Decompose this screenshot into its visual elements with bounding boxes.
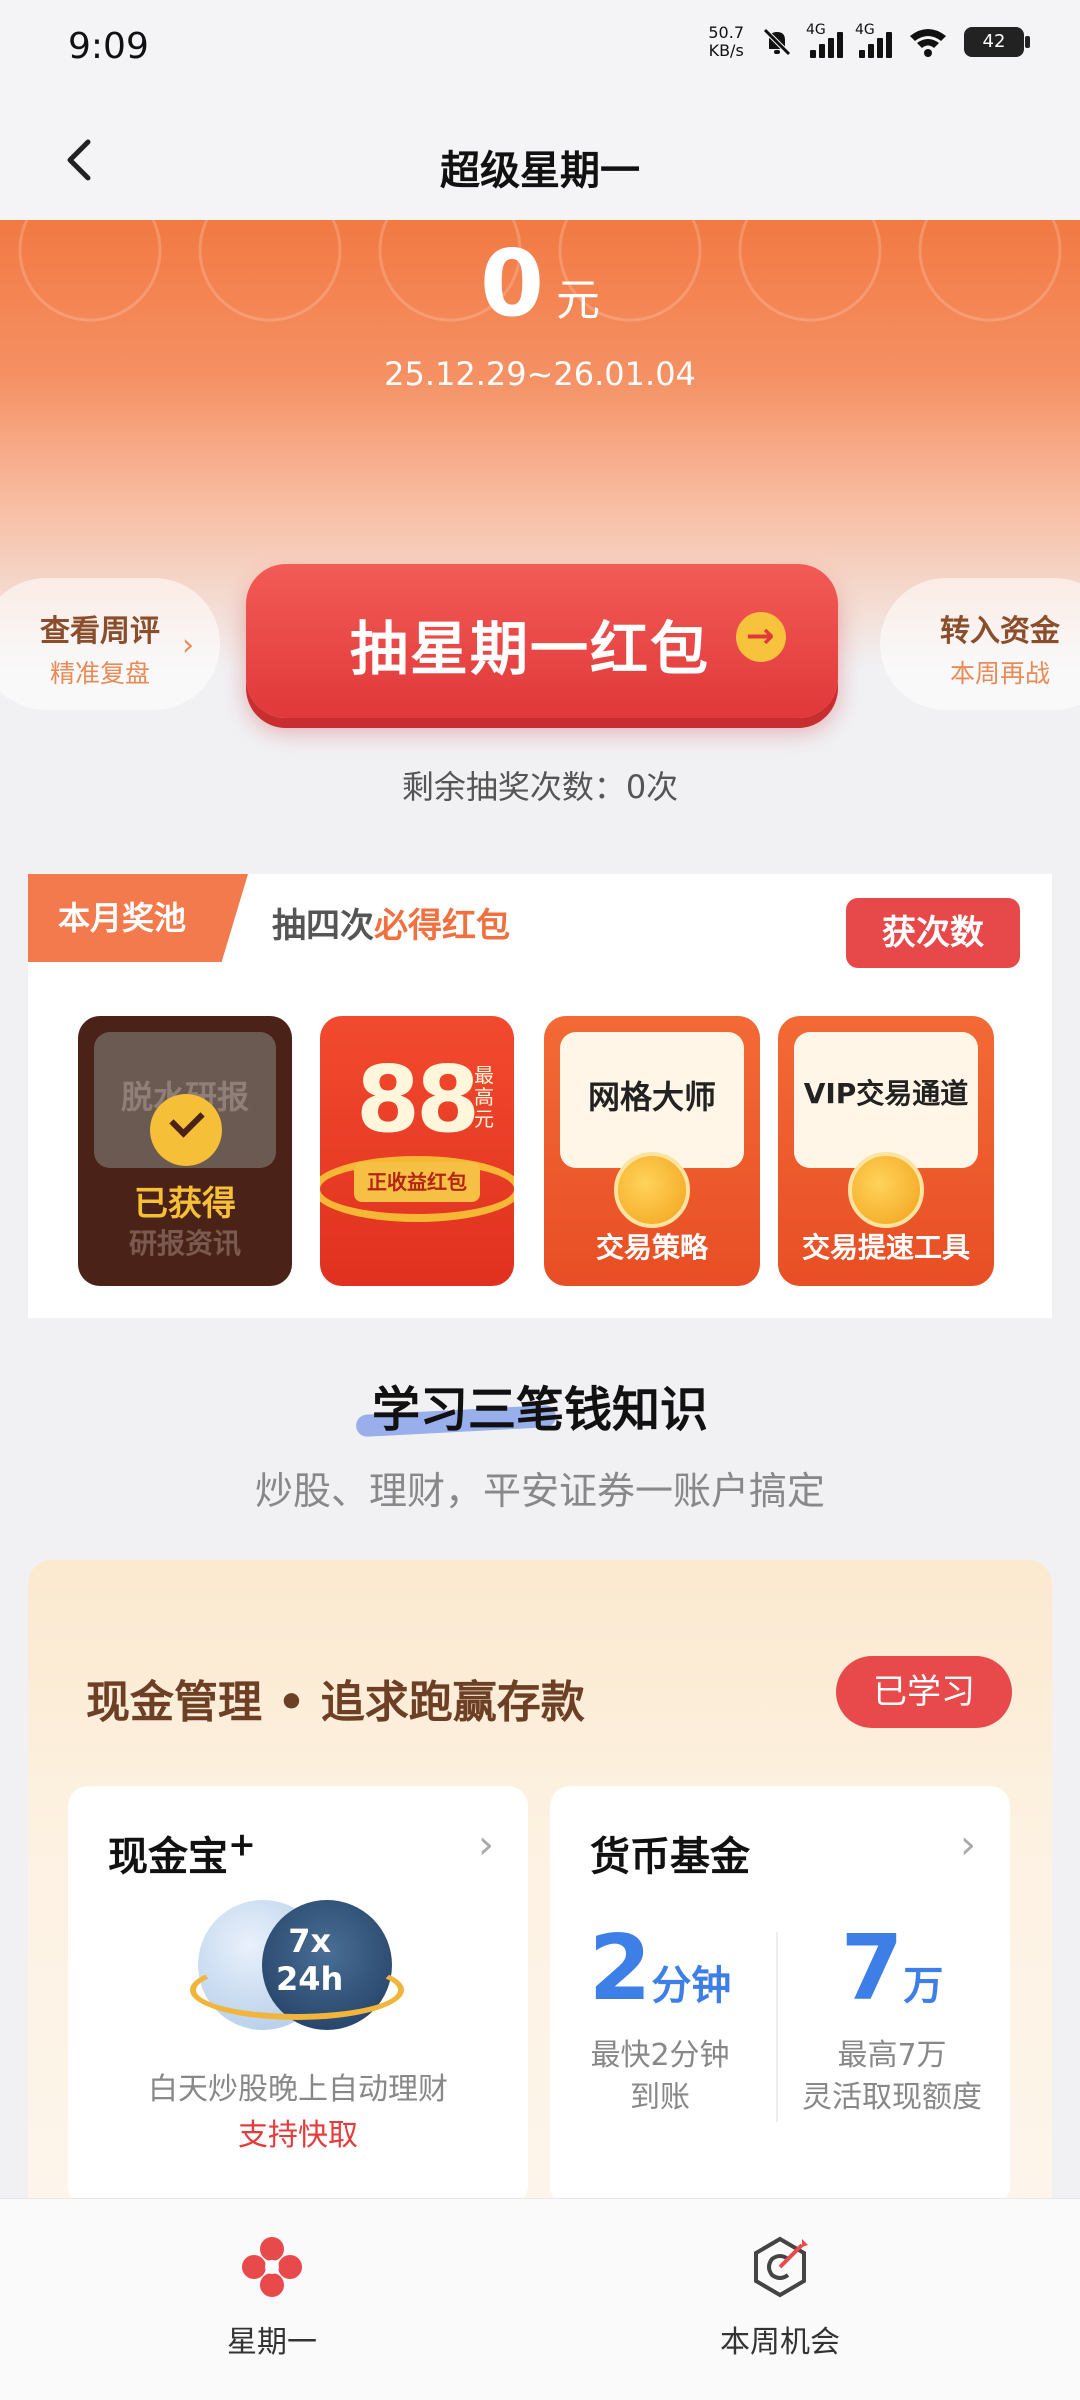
amount-unit: 元 bbox=[556, 275, 600, 326]
card-title: 现金宝+ bbox=[108, 1824, 256, 1880]
prize-pool-tab: 本月奖池 bbox=[28, 874, 248, 962]
status-bar: 9:09 50.7 KB/s 4G 4G 42 bbox=[0, 0, 1080, 100]
learn-section-subtitle: 炒股、理财，平安证券一账户搞定 bbox=[254, 1469, 825, 1513]
learn-section-title: 学习三笔钱知识 bbox=[0, 1370, 1080, 1440]
signal-icon-1: 4G bbox=[806, 22, 843, 58]
flower-icon bbox=[242, 2237, 302, 2297]
envelope-small-text: 最高元 bbox=[474, 1063, 494, 1131]
wifi-icon bbox=[910, 29, 946, 57]
strategy-coin-icon bbox=[614, 1152, 690, 1228]
learned-button[interactable]: 已学习 bbox=[836, 1656, 1012, 1728]
cash-section-title: 现金管理 • 追求跑赢存款 bbox=[86, 1677, 585, 1728]
amount-value: 0 bbox=[479, 230, 544, 337]
stat-withdraw-limit: 7万 最高7万 灵活取现额度 bbox=[802, 1916, 982, 2115]
top-nav: 超级星期一 bbox=[0, 100, 1080, 220]
envelope-big-number: 88 bbox=[356, 1046, 480, 1153]
envelope-red-packet-88[interactable]: 88 最高元 正收益红包 bbox=[320, 1016, 514, 1286]
card-description: 白天炒股晚上自动理财 bbox=[148, 2072, 448, 2107]
envelope-research[interactable]: 脱水研报 已获得 研报资讯 bbox=[78, 1016, 292, 1286]
date-range: 25.12.29~26.01.04 bbox=[384, 355, 696, 393]
draw-red-envelope-button[interactable]: 抽星期一红包 bbox=[246, 564, 838, 718]
card-title: 货币基金 bbox=[590, 1834, 750, 1880]
transfer-funds-button[interactable]: 转入资金 本周再战 › bbox=[880, 578, 1080, 710]
get-chances-button[interactable]: 获次数 bbox=[846, 898, 1020, 968]
chevron-right-icon: › bbox=[182, 628, 194, 663]
envelope-grid-master[interactable]: 网格大师 交易策略 bbox=[544, 1016, 760, 1286]
obtained-badge: 已获得 bbox=[134, 1184, 236, 1224]
page-title: 超级星期一 bbox=[440, 148, 640, 194]
day-night-orb-icon: 7x 24h bbox=[190, 1900, 404, 2040]
cash-treasure-card[interactable]: 现金宝+ › 7x 24h 白天炒股晚上自动理财 支持快取 bbox=[68, 1786, 528, 2206]
check-icon bbox=[150, 1094, 222, 1166]
stat-arrival-time: 2分钟 最快2分钟 到账 bbox=[588, 1916, 732, 2115]
envelope-caption: 研报资讯 bbox=[128, 1227, 241, 1260]
chevron-right-icon: › bbox=[960, 1822, 976, 1868]
card-highlight: 支持快取 bbox=[238, 2118, 358, 2153]
remaining-draws: 剩余抽奖次数：0次 bbox=[401, 768, 679, 806]
envelope-caption: 交易提速工具 bbox=[801, 1231, 970, 1264]
envelope-caption: 交易策略 bbox=[595, 1231, 708, 1264]
mute-bell-icon bbox=[763, 28, 791, 56]
divider bbox=[776, 1932, 778, 2122]
status-icons: 50.7 KB/s 4G 4G 42 bbox=[708, 22, 1030, 60]
net-speed: 50.7 KB/s bbox=[708, 23, 744, 60]
chevron-right-icon: › bbox=[478, 1822, 494, 1868]
envelope-tag: 正收益红包 bbox=[354, 1162, 480, 1202]
money-fund-card[interactable]: 货币基金 › 2分钟 最快2分钟 到账 7万 最高7万 灵活取现额度 bbox=[550, 1786, 1010, 2206]
prize-pool-card: 本月奖池 抽四次必得红包 获次数 脱水研报 已获得 研报资讯 88 最高元 正收… bbox=[28, 874, 1052, 1318]
weekly-review-button[interactable]: 查看周评 精准复盘 › bbox=[0, 578, 220, 710]
envelope-title: VIP交易通道 bbox=[803, 1077, 969, 1110]
signal-icon-2: 4G bbox=[855, 22, 892, 58]
envelope-title: 网格大师 bbox=[587, 1078, 716, 1116]
battery-icon: 42 bbox=[964, 27, 1030, 57]
nav-item-weekly-opportunity[interactable]: 本周机会 bbox=[630, 2235, 930, 2361]
target-arrow-icon bbox=[754, 2236, 808, 2298]
nav-item-monday[interactable]: 星期一 bbox=[122, 2235, 422, 2361]
speed-arrow-coin-icon bbox=[848, 1152, 924, 1228]
clock: 9:09 bbox=[68, 26, 149, 67]
envelope-vip-channel[interactable]: VIP交易通道 交易提速工具 bbox=[778, 1016, 994, 1286]
arrow-circle-icon bbox=[736, 612, 786, 662]
bottom-nav: 星期一 本周机会 bbox=[0, 2198, 1080, 2400]
amount-display: 0元 bbox=[0, 230, 1080, 337]
prize-pool-subtitle: 抽四次必得红包 bbox=[272, 906, 510, 946]
